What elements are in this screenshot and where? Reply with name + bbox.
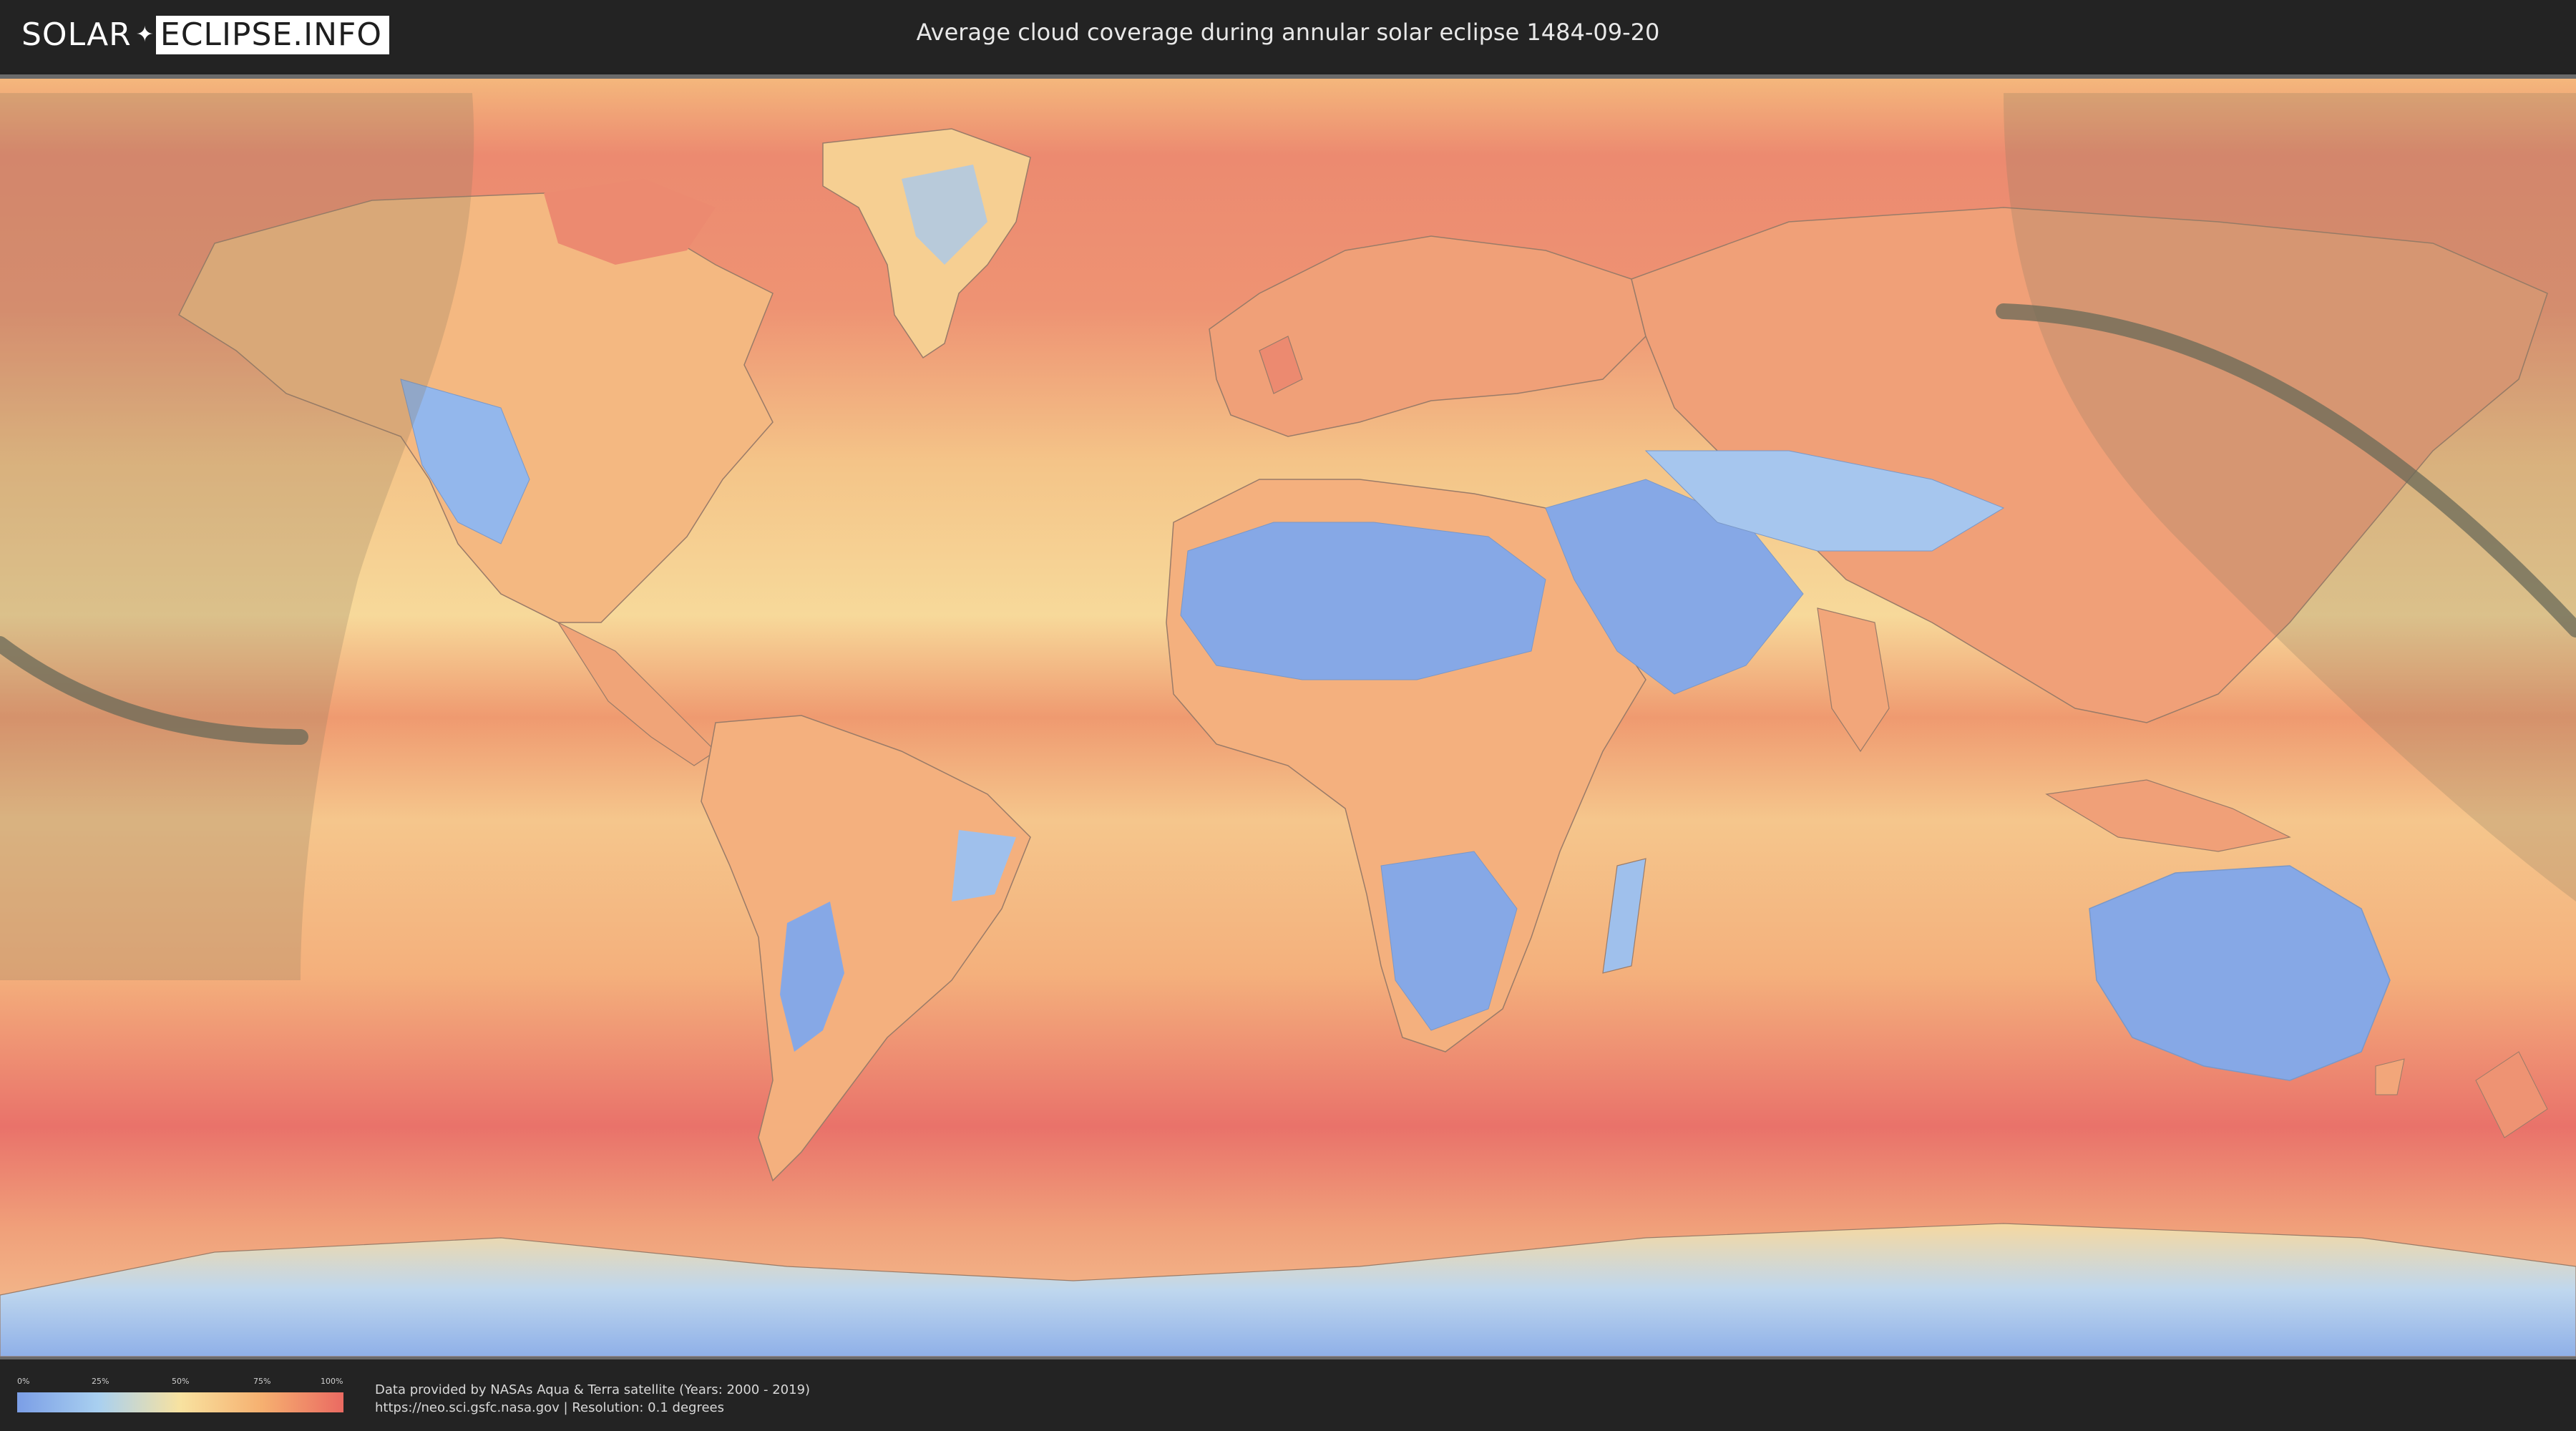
credits-line-1: Data provided by NASAs Aqua & Terra sate… [375, 1382, 811, 1397]
page-title: Average cloud coverage during annular so… [916, 19, 1660, 46]
cloud-coverage-map[interactable] [0, 74, 2576, 1359]
credits-line-2: https://neo.sci.gsfc.nasa.gov | Resoluti… [375, 1400, 724, 1415]
header-bar: SOLAR ✦ ECLIPSE.INFO Average cloud cover… [0, 0, 2576, 72]
legend-tick: 0% [17, 1377, 30, 1386]
map-canvas [0, 79, 2576, 1357]
legend-color-bar [17, 1392, 343, 1412]
legend-tick: 25% [92, 1377, 109, 1386]
legend-tick: 100% [321, 1377, 343, 1386]
legend-tick: 50% [172, 1377, 190, 1386]
cloud-coverage-legend: 0% 25% 50% 75% 100% [17, 1377, 343, 1412]
data-credits: Data provided by NASAs Aqua & Terra sate… [375, 1381, 810, 1417]
sahara-clear-area [1180, 522, 1546, 680]
legend-tick: 75% [253, 1377, 271, 1386]
legend-ticks: 0% 25% 50% 75% 100% [17, 1377, 343, 1390]
footer-bar: 0% 25% 50% 75% 100% Data provided by NAS… [0, 1359, 2576, 1431]
